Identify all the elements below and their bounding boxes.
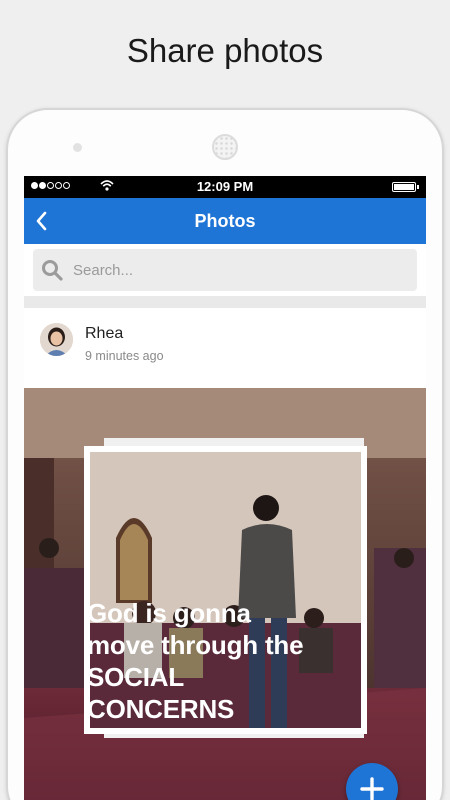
search-box bbox=[33, 249, 417, 291]
battery-icon bbox=[392, 182, 419, 192]
photo-scene bbox=[24, 388, 426, 800]
status-time: 12:09 PM bbox=[196, 179, 254, 194]
caption-line: move through the bbox=[87, 630, 304, 660]
search-input[interactable] bbox=[73, 249, 393, 291]
post-author[interactable]: Rhea bbox=[85, 325, 123, 343]
plus-icon bbox=[360, 777, 384, 800]
caption-line: God is gonna bbox=[87, 598, 251, 628]
nav-bar: Photos bbox=[24, 198, 426, 244]
post-timestamp: 9 minutes ago bbox=[85, 349, 164, 363]
add-photo-button[interactable] bbox=[346, 763, 398, 800]
search-bar bbox=[24, 244, 426, 296]
page-title: Photos bbox=[194, 211, 256, 231]
post-photo[interactable]: God is gonna move through the SOCIAL CON… bbox=[24, 388, 426, 800]
avatar[interactable] bbox=[40, 323, 73, 356]
search-icon bbox=[42, 260, 63, 281]
status-bar: 12:09 PM bbox=[24, 176, 426, 198]
photo-caption: God is gonna move through the SOCIAL CON… bbox=[87, 597, 327, 725]
caption-line: SOCIAL bbox=[87, 662, 185, 692]
promo-headline: Share photos bbox=[126, 32, 324, 69]
phone-screen: 12:09 PM Photos Rhea bbox=[24, 176, 426, 800]
phone-camera bbox=[73, 143, 82, 152]
phone-speaker bbox=[212, 134, 238, 160]
photo-post-card[interactable]: Rhea 9 minutes ago God is gonna move thr… bbox=[24, 308, 426, 800]
caption-line: CONCERNS bbox=[87, 694, 235, 724]
